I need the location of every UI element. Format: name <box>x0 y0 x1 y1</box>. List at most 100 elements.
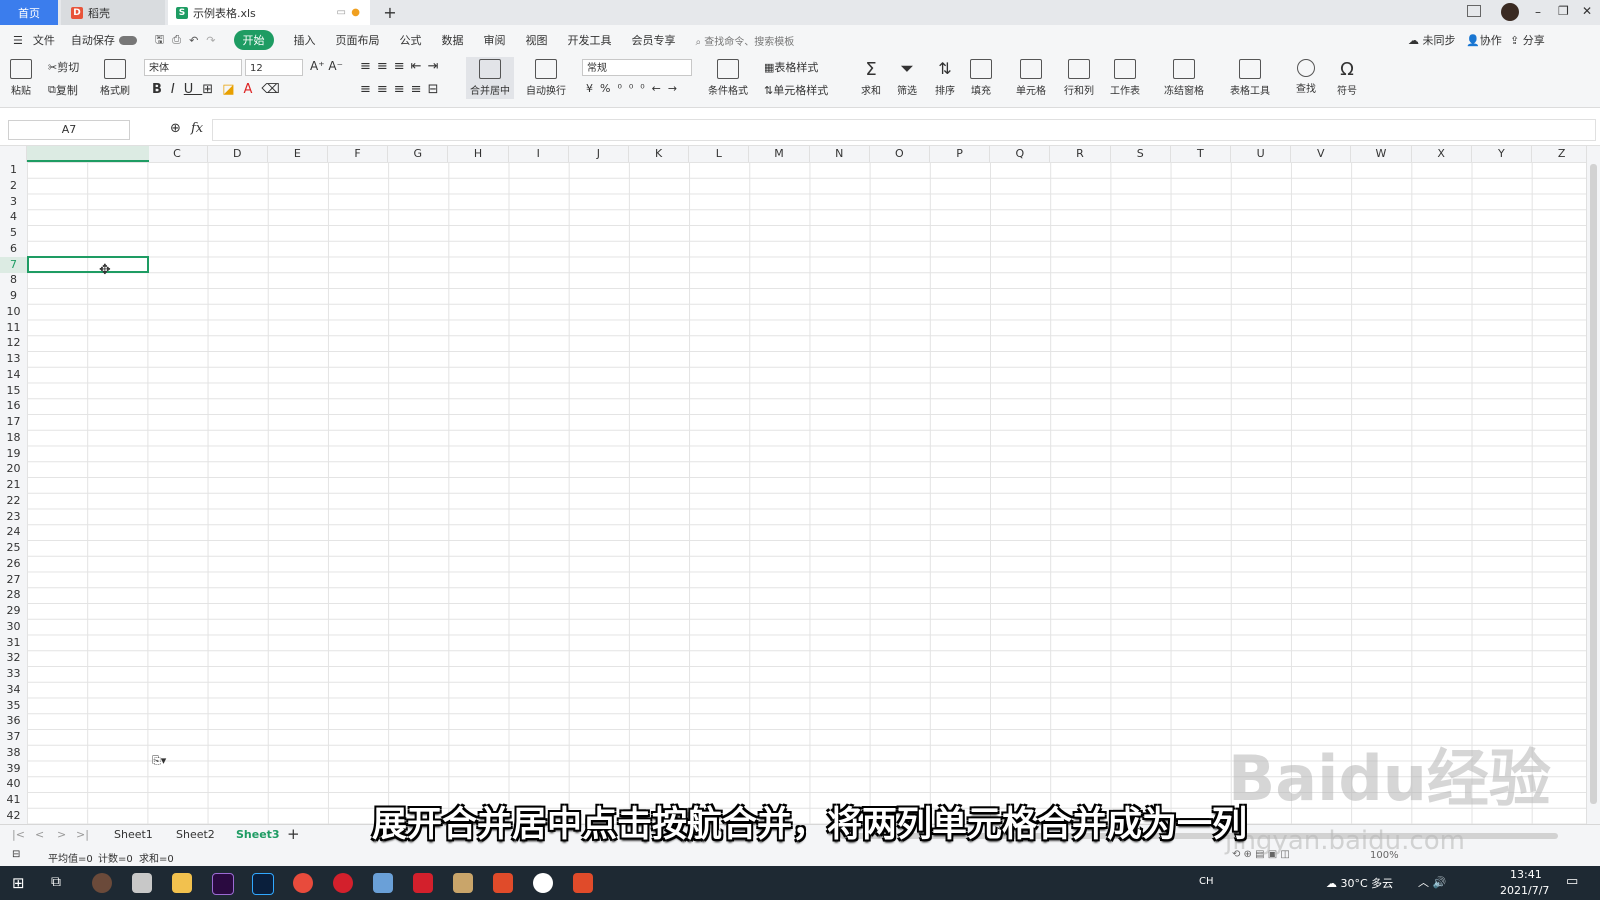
column-header-t[interactable]: T <box>1171 146 1231 162</box>
taskbar-app-docs-icon[interactable] <box>493 873 513 893</box>
function-icon[interactable]: fx <box>191 121 203 136</box>
format-painter-button[interactable]: 格式刷 <box>100 59 130 97</box>
row-header-42[interactable]: 42 <box>0 808 27 824</box>
row-header-29[interactable]: 29 <box>0 603 27 619</box>
taskbar-app-sheets-icon[interactable] <box>573 873 593 893</box>
column-header-u[interactable]: U <box>1231 146 1292 162</box>
row-header-7[interactable]: 7 <box>0 256 27 273</box>
photoshop-icon[interactable] <box>252 873 274 895</box>
row-header-5[interactable]: 5 <box>0 225 27 241</box>
underline-icon[interactable]: U <box>184 82 203 97</box>
zoom-search-icon[interactable]: ⊕ <box>170 121 181 136</box>
row-header-27[interactable]: 27 <box>0 572 27 588</box>
vertical-scrollbar[interactable] <box>1586 146 1600 824</box>
wps-icon[interactable] <box>413 873 433 893</box>
row-header-20[interactable]: 20 <box>0 461 27 477</box>
taskbar-app-notepad-icon[interactable] <box>132 873 152 893</box>
column-header-x[interactable]: X <box>1412 146 1472 162</box>
sheet-nav-prev-icon[interactable]: < <box>35 828 44 841</box>
autosave-toggle[interactable] <box>118 35 137 45</box>
row-header-19[interactable]: 19 <box>0 446 27 462</box>
cut-button[interactable]: ✂ 剪切 <box>48 59 79 75</box>
notification-icon[interactable]: ▭ <box>1566 874 1578 889</box>
sheet-tab-2[interactable]: Sheet2 <box>176 828 215 841</box>
column-header-z[interactable]: Z <box>1532 146 1593 162</box>
row-header-39[interactable]: 39 <box>0 761 27 777</box>
tab-daoke[interactable]: D 稻壳 <box>61 0 165 25</box>
restore-button[interactable]: ❐ <box>1558 4 1569 18</box>
column-header-m[interactable]: M <box>749 146 810 162</box>
find-button[interactable]: 查找 <box>1296 59 1316 95</box>
row-header-13[interactable]: 13 <box>0 351 27 367</box>
tab-file[interactable]: S 示例表格.xls ▭ ● <box>168 0 370 25</box>
print-icon[interactable]: ⎙ <box>172 33 181 47</box>
number-format-select[interactable]: 常规 <box>582 59 692 76</box>
align-top-buttons[interactable]: ≡≡≡⇤⇥ <box>360 59 444 74</box>
column-header-f[interactable]: F <box>328 146 389 162</box>
row-header-23[interactable]: 23 <box>0 509 27 525</box>
taskbar-app-avatar-icon[interactable] <box>92 873 112 893</box>
column-header-n[interactable]: N <box>810 146 870 162</box>
sum-button[interactable]: Σ 求和 <box>860 59 882 97</box>
sheet-nav-last-icon[interactable]: >| <box>76 828 89 841</box>
monitor-icon[interactable]: ▭ <box>337 7 346 18</box>
column-header-i[interactable]: I <box>509 146 569 162</box>
row-header-35[interactable]: 35 <box>0 698 27 714</box>
align-buttons[interactable]: ≡≡≡≡⊟ <box>360 82 444 97</box>
column-header-q[interactable]: Q <box>990 146 1051 162</box>
row-header-38[interactable]: 38 <box>0 745 27 761</box>
command-search[interactable]: ⌕ 查找命令、搜索模板 <box>696 33 795 48</box>
ime-indicator[interactable]: CH <box>1199 876 1214 887</box>
font-style-buttons[interactable]: B I U ⊞ ◪ A ⌫ <box>152 82 289 97</box>
cell-style-button[interactable]: ⇅ 单元格样式 <box>764 82 828 98</box>
conditional-format-button[interactable]: 条件格式 <box>708 59 748 97</box>
redo-icon[interactable]: ↷ <box>206 34 215 47</box>
row-header-11[interactable]: 11 <box>0 320 27 336</box>
menu-review[interactable]: 审阅 <box>484 32 506 48</box>
number-format-buttons[interactable]: ¥%⁰⁰⁰←→ <box>586 82 684 95</box>
folder-icon[interactable] <box>172 873 192 893</box>
row-header-18[interactable]: 18 <box>0 430 27 446</box>
row-header-10[interactable]: 10 <box>0 304 27 320</box>
minimize-button[interactable]: – <box>1535 5 1541 19</box>
row-header-33[interactable]: 33 <box>0 666 27 682</box>
row-header-28[interactable]: 28 <box>0 587 27 603</box>
sheet-nav-first-icon[interactable]: |< <box>12 828 25 841</box>
share-button[interactable]: ⇪ 分享 <box>1510 32 1545 48</box>
select-all-corner[interactable] <box>0 146 27 162</box>
table-style-button[interactable]: ▦ 表格样式 <box>764 59 818 75</box>
tray-icons[interactable]: ︿ 🔊 <box>1418 874 1446 890</box>
weather-widget[interactable]: ☁ 30°C 多云 <box>1326 875 1393 891</box>
column-header-y[interactable]: Y <box>1472 146 1532 162</box>
collab-button[interactable]: 👤协作 <box>1466 32 1502 48</box>
sheet-tab-3[interactable]: Sheet3 <box>236 828 280 841</box>
worksheet-button[interactable]: 工作表 <box>1110 59 1140 97</box>
row-header-14[interactable]: 14 <box>0 367 27 383</box>
taskbar-app-book-icon[interactable] <box>373 873 393 893</box>
premiere-icon[interactable] <box>212 873 234 895</box>
menu-insert[interactable]: 插入 <box>294 32 316 48</box>
name-box[interactable]: A7 <box>8 120 130 140</box>
column-header-e[interactable]: E <box>268 146 328 162</box>
undo-icon[interactable]: ↶ <box>189 34 198 47</box>
menu-member[interactable]: 会员专享 <box>632 32 676 48</box>
row-header-31[interactable]: 31 <box>0 635 27 651</box>
macro-icon[interactable]: ⊟ <box>12 849 20 860</box>
eraser-icon[interactable]: ⌫ <box>261 82 288 97</box>
formula-input[interactable] <box>212 119 1596 141</box>
add-sheet-button[interactable]: + <box>287 825 300 843</box>
column-header-w[interactable]: W <box>1351 146 1412 162</box>
row-header-21[interactable]: 21 <box>0 477 27 493</box>
row-header-26[interactable]: 26 <box>0 556 27 572</box>
avatar[interactable] <box>1501 3 1519 21</box>
column-header-r[interactable]: R <box>1050 146 1111 162</box>
row-header-25[interactable]: 25 <box>0 540 27 556</box>
column-header-d[interactable]: D <box>208 146 268 162</box>
row-header-9[interactable]: 9 <box>0 288 27 304</box>
auto-wrap-button[interactable]: 自动换行 <box>526 59 566 97</box>
menu-dev-tools[interactable]: 开发工具 <box>568 32 612 48</box>
save-icon[interactable]: 🖫 <box>155 31 164 50</box>
selected-cell[interactable] <box>27 256 149 273</box>
column-header-j[interactable]: J <box>569 146 629 162</box>
copy-button[interactable]: ⧉ 复制 <box>48 82 78 98</box>
